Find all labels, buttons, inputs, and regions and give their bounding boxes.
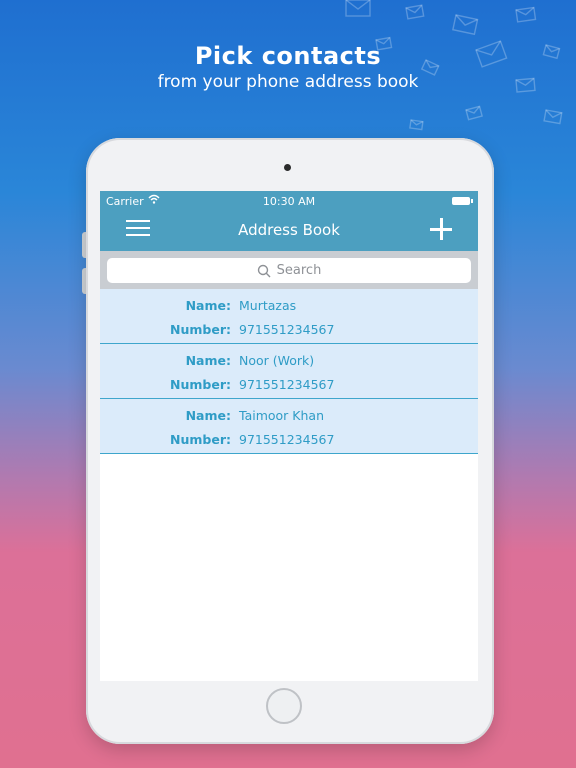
contact-number: 971551234567: [239, 322, 335, 337]
battery-icon: [452, 197, 473, 205]
search-placeholder: Search: [276, 263, 322, 278]
contact-row[interactable]: Name: Noor (Work) Number: 971551234567: [100, 344, 478, 399]
name-label: Name:: [185, 298, 231, 313]
contact-name: Taimoor Khan: [239, 408, 324, 423]
add-contact-button[interactable]: [430, 218, 452, 240]
page-title: Address Book: [238, 221, 340, 239]
name-label: Name:: [185, 408, 231, 423]
name-label: Name:: [185, 353, 231, 368]
home-button[interactable]: [266, 688, 302, 724]
search-icon: [257, 264, 271, 277]
search-input[interactable]: Search: [107, 258, 471, 283]
contact-row[interactable]: Name: Murtazas Number: 971551234567: [100, 289, 478, 344]
marketing-headline: Pick contacts: [194, 42, 382, 70]
tablet-device-frame: Carrier 10:30 AM Address Book Search Nam…: [86, 138, 494, 744]
marketing-subheadline: from your phone address book: [157, 72, 419, 92]
contact-number: 971551234567: [239, 377, 335, 392]
contact-number: 971551234567: [239, 432, 335, 447]
status-bar: Carrier 10:30 AM: [100, 193, 478, 209]
number-label: Number:: [170, 322, 231, 337]
contact-name: Noor (Work): [239, 353, 315, 368]
contact-name: Murtazas: [239, 298, 297, 313]
navigation-bar: Carrier 10:30 AM Address Book: [100, 191, 478, 251]
search-bar: Search: [100, 251, 478, 289]
app-screen: Carrier 10:30 AM Address Book Search Nam…: [100, 191, 478, 681]
number-label: Number:: [170, 377, 231, 392]
tablet-camera: [284, 164, 291, 171]
contact-list: Name: Murtazas Number: 971551234567 Name…: [100, 289, 478, 454]
number-label: Number:: [170, 432, 231, 447]
contact-row[interactable]: Name: Taimoor Khan Number: 971551234567: [100, 399, 478, 454]
status-time: 10:30 AM: [262, 195, 316, 208]
